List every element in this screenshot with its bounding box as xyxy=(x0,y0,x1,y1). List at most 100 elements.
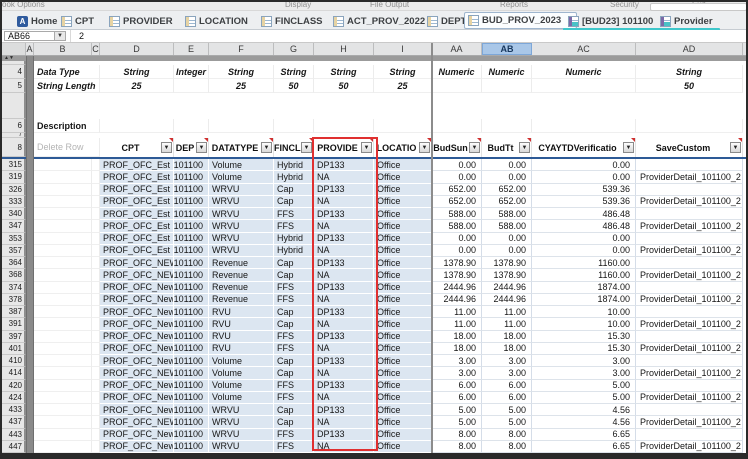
cell-location[interactable]: Office xyxy=(374,367,432,379)
column-letter-F[interactable]: F xyxy=(209,43,274,55)
column-header-budttl[interactable]: BudTt▼ xyxy=(482,138,532,157)
cell-cyaytd[interactable]: 0.00 xyxy=(532,159,636,171)
cell[interactable] xyxy=(34,392,92,404)
cell-cpt[interactable]: PROF_OFC_Est xyxy=(100,184,174,196)
cell[interactable] xyxy=(92,269,100,281)
cell-savecustom[interactable] xyxy=(636,306,743,318)
column-letter-AB[interactable]: AB xyxy=(482,43,532,55)
cell-finclass[interactable]: Cap xyxy=(274,367,314,379)
cell-cyaytd[interactable]: 4.56 xyxy=(532,404,636,416)
row-number[interactable]: 326 xyxy=(2,184,26,196)
cell-budsum[interactable]: 1378.90 xyxy=(432,257,482,269)
cell-cyaytd[interactable]: 486.48 xyxy=(532,220,636,232)
filter-dropdown-icon[interactable]: ▼ xyxy=(623,142,634,153)
cell-finclass[interactable]: Cap xyxy=(274,404,314,416)
cell-cyaytd[interactable]: 539.36 xyxy=(532,196,636,208)
cell-dept[interactable]: 101100 xyxy=(174,233,209,245)
cell-dept[interactable]: 101100 xyxy=(174,343,209,355)
cell-budttl[interactable]: 11.00 xyxy=(482,306,532,318)
cell[interactable] xyxy=(636,119,743,133)
cell-dept[interactable]: 101100 xyxy=(174,355,209,367)
cell-budttl[interactable]: 3.00 xyxy=(482,355,532,367)
cell-location[interactable]: Office xyxy=(374,416,432,428)
cell[interactable]: Numeric xyxy=(482,65,532,79)
cell-location[interactable]: Office xyxy=(374,306,432,318)
cell-finclass[interactable]: Hybrid xyxy=(274,245,314,257)
cell-location[interactable]: Office xyxy=(374,269,432,281)
cell-cyaytd[interactable]: 10.00 xyxy=(532,318,636,330)
column-letter-H[interactable]: H xyxy=(314,43,374,55)
cell-datatype[interactable]: RVU xyxy=(209,318,274,330)
cell-cpt[interactable]: PROF_OFC_NEW xyxy=(100,257,174,269)
tab-provider[interactable]: PROVIDER xyxy=(106,13,176,29)
cell[interactable] xyxy=(34,367,92,379)
cell-budttl[interactable]: 588.00 xyxy=(482,220,532,232)
column-header-savecustom[interactable]: SaveCustom▼ xyxy=(636,138,743,157)
cell[interactable] xyxy=(174,79,209,93)
cell-dept[interactable]: 101100 xyxy=(174,196,209,208)
cell-datatype[interactable]: WRVU xyxy=(209,429,274,441)
cell-budttl[interactable]: 18.00 xyxy=(482,331,532,343)
cell-finclass[interactable]: FFS xyxy=(274,282,314,294)
cell-finclass[interactable]: Cap xyxy=(274,306,314,318)
column-header-budsum[interactable]: BudSun▼ xyxy=(432,138,482,157)
cell-datatype[interactable]: WRVU xyxy=(209,184,274,196)
cell-cpt[interactable]: PROF_OFC_Est xyxy=(100,159,174,171)
cell-location[interactable]: Office xyxy=(374,220,432,232)
cell-datatype[interactable]: WRVU xyxy=(209,196,274,208)
cell-dept[interactable]: 101100 xyxy=(174,208,209,220)
cell-finclass[interactable]: Cap xyxy=(274,318,314,330)
cell-finclass[interactable]: Hybrid xyxy=(274,171,314,183)
cell[interactable] xyxy=(34,331,92,343)
cell-dept[interactable]: 101100 xyxy=(174,404,209,416)
tab-act-prov-2022[interactable]: ACT_PROV_2022 xyxy=(330,13,428,29)
cell-datatype[interactable]: WRVU xyxy=(209,208,274,220)
cell-savecustom[interactable]: ProviderDetail_101100_2 xyxy=(636,416,743,428)
cell[interactable] xyxy=(34,343,92,355)
row-number[interactable]: 319 xyxy=(2,171,26,183)
cell-budttl[interactable]: 0.00 xyxy=(482,245,532,257)
column-letter-AA[interactable]: AA xyxy=(432,43,482,55)
cell[interactable] xyxy=(209,119,274,133)
cell-budsum[interactable]: 1378.90 xyxy=(432,269,482,281)
row-number[interactable]: 374 xyxy=(2,282,26,294)
cell-finclass[interactable]: Cap xyxy=(274,196,314,208)
cell-budttl[interactable]: 11.00 xyxy=(482,318,532,330)
cell-dept[interactable]: 101100 xyxy=(174,318,209,330)
cell[interactable] xyxy=(92,196,100,208)
column-header-location[interactable]: LOCATIO▼ xyxy=(374,138,432,157)
cell[interactable] xyxy=(92,343,100,355)
column-letter-I[interactable]: I xyxy=(374,43,432,55)
cell-cpt[interactable]: PROF_OFC_New xyxy=(100,355,174,367)
row-number[interactable]: 424 xyxy=(2,392,26,404)
cell-location[interactable]: Office xyxy=(374,380,432,392)
cell-cpt[interactable]: PROF_OFC_New xyxy=(100,404,174,416)
name-box-dropdown-icon[interactable]: ▼ xyxy=(54,32,65,40)
cell-budsum[interactable]: 0.00 xyxy=(432,171,482,183)
cell-dept[interactable]: 101100 xyxy=(174,184,209,196)
cell-location[interactable]: Office xyxy=(374,343,432,355)
cell[interactable] xyxy=(34,429,92,441)
cell-cyaytd[interactable]: 0.00 xyxy=(532,171,636,183)
cell-budsum[interactable]: 5.00 xyxy=(432,404,482,416)
cell[interactable] xyxy=(34,355,92,367)
filter-dropdown-icon[interactable]: ▼ xyxy=(469,142,480,153)
cell-cyaytd[interactable]: 1874.00 xyxy=(532,294,636,306)
cell-finclass[interactable]: FFS xyxy=(274,220,314,232)
cell-budttl[interactable]: 18.00 xyxy=(482,343,532,355)
row-number[interactable]: 433 xyxy=(2,404,26,416)
cell-cpt[interactable]: PROF_OFC_New xyxy=(100,282,174,294)
cell-budsum[interactable]: 5.00 xyxy=(432,416,482,428)
cell-cpt[interactable]: PROF_OFC_Est xyxy=(100,196,174,208)
cell[interactable]: String xyxy=(314,65,374,79)
cell-datatype[interactable]: Revenue xyxy=(209,257,274,269)
cell-finclass[interactable]: Cap xyxy=(274,355,314,367)
row-number[interactable] xyxy=(2,93,26,119)
cell[interactable] xyxy=(100,119,174,133)
cell[interactable] xyxy=(92,257,100,269)
cell-finclass[interactable]: FFS xyxy=(274,380,314,392)
cell[interactable] xyxy=(92,392,100,404)
cell-location[interactable]: Office xyxy=(374,245,432,257)
cell[interactable] xyxy=(482,119,532,133)
cell-location[interactable]: Office xyxy=(374,159,432,171)
